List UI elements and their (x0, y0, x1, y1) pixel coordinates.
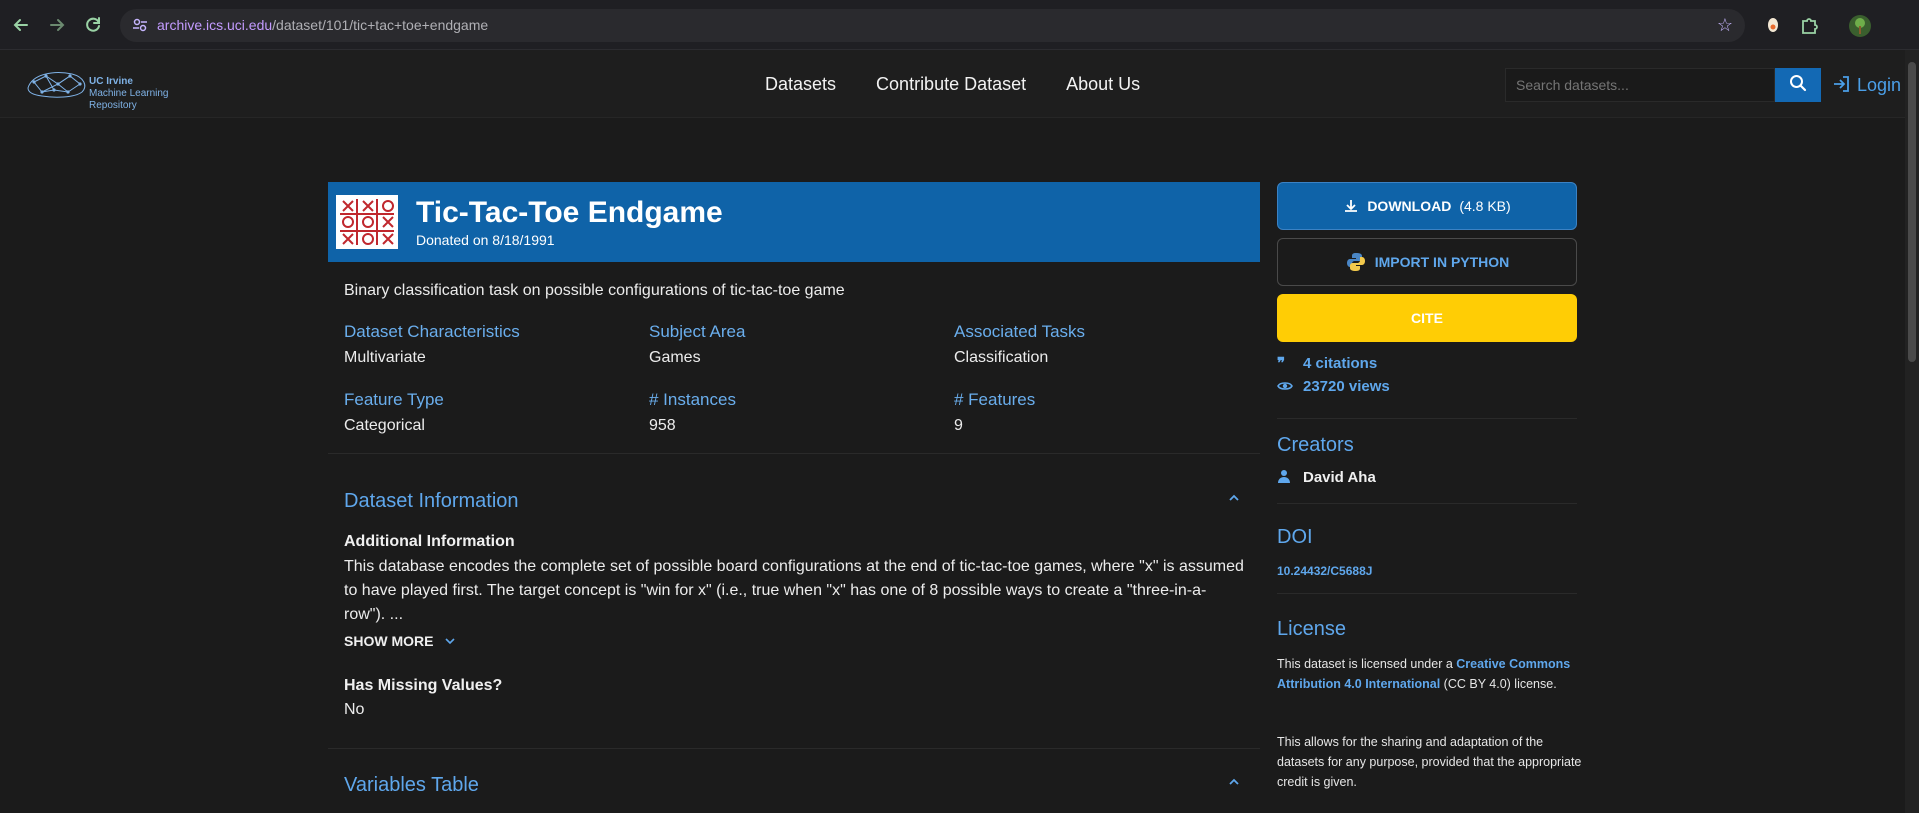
url-host: archive.ics.uci.edu (157, 17, 273, 33)
citations-count: 4 citations (1303, 355, 1378, 372)
login-icon (1834, 76, 1849, 92)
doi-heading: DOI (1277, 526, 1313, 548)
prop-associated-tasks: Associated Tasks Classification (954, 322, 1254, 367)
download-icon (1345, 200, 1358, 212)
variables-table-heading[interactable]: Variables Table (344, 774, 479, 797)
download-size: (4.8 KB) (1459, 198, 1511, 214)
extension-icon[interactable] (1762, 14, 1784, 36)
address-bar[interactable]: archive.ics.uci.edu/dataset/101/tic+tac+… (120, 9, 1745, 42)
prop-key: Feature Type (344, 390, 444, 409)
dataset-information-heading[interactable]: Dataset Information (344, 490, 519, 513)
creator-item: David Aha (1277, 469, 1376, 486)
prop-value: Multivariate (344, 349, 426, 366)
prop-key: Dataset Characteristics (344, 322, 520, 341)
missing-values-value: No (344, 701, 365, 718)
citations-link[interactable]: ❞ 4 citations (1277, 354, 1377, 372)
show-more-button[interactable]: SHOW MORE (344, 633, 457, 649)
license-description: This allows for the sharing and adaptati… (1277, 735, 1582, 789)
divider (1277, 418, 1577, 419)
prop-key: # Instances (649, 390, 736, 409)
uci-logo[interactable]: UC Irvine Machine Learning Repository (24, 62, 194, 111)
doi-link[interactable]: 10.24432/C5688J (1277, 564, 1372, 578)
login-label: Login (1857, 75, 1902, 95)
import-in-python-button[interactable]: IMPORT IN PYTHON (1277, 238, 1577, 286)
divider (1277, 503, 1577, 504)
search-input[interactable] (1505, 68, 1775, 102)
forward-icon[interactable] (46, 14, 68, 36)
download-button[interactable]: DOWNLOAD (4.8 KB) (1277, 182, 1577, 230)
chevron-up-icon[interactable] (1227, 491, 1241, 508)
views-count-row: 23720 views (1277, 378, 1390, 395)
prop-feature-type: Feature Type Categorical (344, 390, 644, 435)
prop-subject-area: Subject Area Games (649, 322, 949, 367)
logo-line1: UC Irvine (89, 76, 133, 87)
cite-button[interactable]: CITE (1277, 294, 1577, 342)
search-button[interactable] (1775, 68, 1821, 102)
license-heading: License (1277, 618, 1346, 640)
logo-line3: Repository (89, 100, 137, 111)
cite-label: CITE (1411, 310, 1443, 326)
bookmark-star-icon[interactable]: ☆ (1717, 15, 1733, 36)
back-icon[interactable] (10, 14, 32, 36)
show-more-label: SHOW MORE (344, 633, 434, 649)
scrollbar-thumb[interactable] (1908, 62, 1916, 362)
page-scrollbar[interactable] (1905, 50, 1919, 813)
import-label: IMPORT IN PYTHON (1374, 254, 1510, 270)
nav-about-us[interactable]: About Us (1066, 74, 1140, 95)
prop-value: Classification (954, 349, 1049, 366)
logo-line2: Machine Learning (89, 88, 169, 99)
dataset-hero: Tic-Tac-Toe Endgame Donated on 8/18/1991 (328, 182, 1260, 262)
prop-key: # Features (954, 390, 1036, 409)
profile-icon[interactable] (1848, 14, 1871, 37)
logo-text: UC Irvine Machine Learning Repository (89, 76, 169, 112)
creator-name: David Aha (1303, 469, 1376, 486)
chevron-down-icon (445, 638, 455, 645)
prop-features: # Features 9 (954, 390, 1254, 435)
person-icon (1277, 469, 1295, 485)
license-text: This dataset is licensed under a Creativ… (1277, 654, 1582, 694)
dataset-summary: Binary classification task on possible c… (344, 282, 845, 299)
tic-tac-toe-board-icon (340, 199, 394, 245)
additional-info-text: This database encodes the complete set o… (344, 558, 1244, 623)
network-logo-icon (27, 72, 86, 98)
missing-values-heading: Has Missing Values? (344, 677, 503, 694)
additional-info-heading: Additional Information (344, 533, 515, 550)
dataset-title: Tic-Tac-Toe Endgame (416, 196, 723, 229)
quote-icon: ❞ (1277, 355, 1286, 372)
license-pre: This dataset is licensed under a (1277, 657, 1457, 671)
prop-value: 958 (649, 417, 676, 434)
nav-datasets[interactable]: Datasets (765, 74, 836, 95)
python-icon (1346, 253, 1365, 271)
url-path: /dataset/101/tic+tac+toe+endgame (272, 17, 489, 33)
browser-toolbar: archive.ics.uci.edu/dataset/101/tic+tac+… (0, 0, 1919, 50)
login-link[interactable]: Login (1832, 74, 1901, 96)
prop-dataset-characteristics: Dataset Characteristics Multivariate (344, 322, 644, 367)
divider (328, 453, 1260, 454)
creators-heading: Creators (1277, 434, 1354, 456)
download-label: DOWNLOAD (1367, 198, 1452, 214)
views-count: 23720 views (1303, 378, 1390, 395)
dataset-thumbnail (336, 195, 398, 249)
url-text: archive.ics.uci.edu/dataset/101/tic+tac+… (157, 17, 488, 33)
puzzle-icon[interactable] (1798, 14, 1820, 36)
prop-key: Associated Tasks (954, 322, 1086, 341)
prop-value: 9 (954, 417, 963, 434)
eye-icon (1277, 378, 1295, 395)
reload-icon[interactable] (82, 14, 104, 36)
main-nav: Datasets Contribute Dataset About Us (765, 74, 1140, 95)
donated-date: Donated on 8/18/1991 (416, 232, 555, 248)
divider (328, 748, 1260, 749)
prop-value: Categorical (344, 417, 425, 434)
prop-key: Subject Area (649, 322, 746, 341)
site-header: UC Irvine Machine Learning Repository Da… (0, 50, 1905, 118)
nav-contribute-dataset[interactable]: Contribute Dataset (876, 74, 1026, 95)
prop-instances: # Instances 958 (649, 390, 949, 435)
divider (1277, 593, 1577, 594)
site-settings-icon[interactable] (132, 17, 148, 33)
license-post: (CC BY 4.0) license. (1440, 677, 1557, 691)
chevron-up-icon[interactable] (1227, 775, 1241, 792)
prop-value: Games (649, 349, 701, 366)
search-icon (1790, 74, 1807, 91)
